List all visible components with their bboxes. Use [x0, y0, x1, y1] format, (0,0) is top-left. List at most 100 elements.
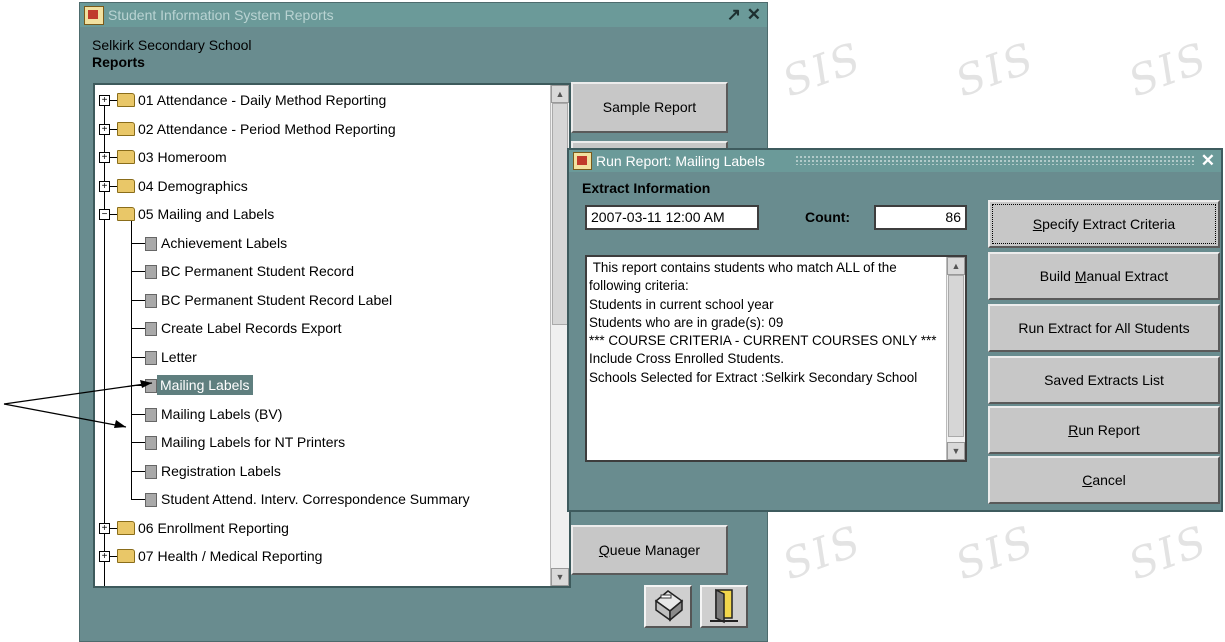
tree-item[interactable]: − 05 Mailing and Labels: [95, 200, 550, 228]
tree-item[interactable]: +02 Attendance - Period Method Reporting: [95, 115, 550, 143]
arrow-line: [3, 403, 127, 428]
expand-icon[interactable]: +: [99, 95, 110, 106]
tree-connector: [131, 271, 145, 272]
tree-item[interactable]: +06 Enrollment Reporting: [95, 514, 550, 542]
build-label-pre: Build: [1039, 268, 1075, 284]
tree-item[interactable]: +03 Homeroom: [95, 143, 550, 171]
close-icon[interactable]: ✕: [747, 5, 761, 25]
build-manual-extract-button[interactable]: Build Manual Extract: [988, 252, 1220, 300]
report-icon: [145, 493, 157, 507]
run-report-dialog: Run Report: Mailing Labels ✕ Extract Inf…: [567, 148, 1223, 512]
tree-item-label: Registration Labels: [161, 462, 281, 479]
dialog-close-icon[interactable]: ✕: [1201, 151, 1215, 171]
tree-item[interactable]: Achievement Labels: [95, 229, 550, 257]
specify-extract-criteria-button[interactable]: Specify Extract Criteria: [988, 200, 1220, 248]
queue-manager-button[interactable]: Queue Manager: [571, 525, 728, 575]
folder-icon: [117, 178, 135, 193]
extract-date-field[interactable]: 2007-03-11 12:00 AM: [585, 205, 759, 230]
saved-extracts-list-button[interactable]: Saved Extracts List: [988, 356, 1220, 404]
background-logo: SIS: [1122, 32, 1215, 107]
tree-item[interactable]: +01 Attendance - Daily Method Reporting: [95, 86, 550, 114]
window-titlebar[interactable]: Student Information System Reports ↗ ✕: [80, 3, 767, 27]
expand-icon[interactable]: +: [99, 123, 110, 135]
section-title: Reports: [92, 54, 145, 70]
tree-item-label: 06 Enrollment Reporting: [138, 519, 289, 536]
report-tree[interactable]: +01 Attendance - Daily Method Reporting +…: [93, 83, 571, 588]
tree-connector: [131, 299, 145, 301]
queue-manager-label: ueue Manager: [609, 542, 701, 558]
tree-connector: [131, 442, 145, 443]
tree-item-label: BC Permanent Student Record Label: [161, 291, 393, 308]
background-logo: SIS: [949, 32, 1042, 107]
tree-item-label: Letter: [161, 348, 197, 365]
cancel-button[interactable]: Cancel: [988, 456, 1220, 504]
app-icon: [573, 152, 592, 170]
description-scrollbar[interactable]: ▲ ▼: [946, 257, 965, 460]
tree-item-label: 04 Demographics: [138, 177, 248, 194]
specify-label: pecify Extract Criteria: [1042, 216, 1176, 232]
report-icon: [145, 293, 157, 308]
report-icon: [145, 236, 157, 251]
tree-item-label: 03 Homeroom: [138, 149, 227, 165]
titlebar-grip: [795, 155, 1195, 165]
tree-item[interactable]: Registration Labels: [95, 457, 550, 485]
folder-icon: [117, 520, 135, 535]
window-title: Student Information System Reports: [108, 7, 334, 23]
scroll-down-icon[interactable]: ▼: [551, 568, 569, 586]
dialog-title: Run Report: Mailing Labels: [596, 153, 765, 169]
specify-key: S: [1032, 216, 1043, 232]
count-field[interactable]: 86: [874, 205, 967, 230]
tree-item-label: Mailing Labels (BV): [161, 405, 283, 422]
tree-rows: +01 Attendance - Daily Method Reporting +…: [95, 85, 550, 586]
tree-item-label: Mailing Labels: [157, 375, 253, 395]
run-key: R: [1068, 422, 1079, 438]
folder-icon: [117, 121, 135, 136]
tree-item[interactable]: +04 Demographics: [95, 172, 550, 200]
print-button[interactable]: [644, 585, 692, 628]
printer-icon: [654, 590, 684, 622]
tree-item[interactable]: BC Permanent Student Record Label: [95, 286, 550, 314]
scroll-thumb[interactable]: [552, 103, 568, 325]
tree-item[interactable]: BC Permanent Student Record: [95, 257, 550, 285]
tree-connector: [131, 328, 145, 329]
tree-item[interactable]: Student Attend. Interv. Correspondence S…: [95, 485, 550, 513]
queue-manager-key: Q: [598, 542, 610, 558]
dialog-titlebar[interactable]: Run Report: Mailing Labels ✕: [569, 150, 1221, 172]
background-logo: SIS: [949, 515, 1042, 590]
run-extract-all-students-button[interactable]: Run Extract for All Students: [988, 304, 1220, 352]
scroll-thumb[interactable]: [948, 275, 964, 437]
tree-item[interactable]: Letter: [95, 343, 550, 371]
scroll-up-icon[interactable]: ▲: [551, 85, 569, 103]
extract-description[interactable]: This report contains students who match …: [585, 255, 967, 462]
sample-report-button[interactable]: Sample Report: [571, 82, 728, 133]
annotation-arrows: [3, 380, 153, 428]
extract-information-label: Extract Information: [582, 180, 711, 196]
folder-icon: [117, 150, 135, 164]
arrow-line: [3, 382, 153, 405]
tree-item[interactable]: +07 Health / Medical Reporting: [95, 542, 550, 570]
restore-icon[interactable]: ↗: [727, 5, 741, 25]
scroll-up-icon[interactable]: ▲: [947, 257, 965, 275]
tree-item-label: 07 Health / Medical Reporting: [138, 548, 323, 564]
exit-button[interactable]: [700, 585, 748, 628]
collapse-icon[interactable]: −: [99, 209, 110, 220]
arrow-head: [140, 380, 152, 388]
folder-icon: [117, 549, 135, 563]
scroll-down-icon[interactable]: ▼: [947, 442, 965, 460]
expand-icon[interactable]: +: [99, 180, 110, 192]
app-icon: [84, 6, 104, 25]
run-report-button[interactable]: Run Report: [988, 406, 1220, 454]
tree-item-label: Mailing Labels for NT Printers: [161, 434, 346, 450]
report-icon: [145, 464, 157, 479]
tree-connector: [131, 499, 145, 500]
exit-door-icon: [710, 588, 738, 624]
expand-icon[interactable]: +: [99, 551, 110, 562]
tree-item-label: 05 Mailing and Labels: [138, 206, 275, 222]
expand-icon[interactable]: +: [99, 522, 110, 534]
background-logo: SIS: [1122, 515, 1215, 590]
expand-icon[interactable]: +: [99, 152, 110, 163]
background-logo: SIS: [776, 515, 869, 590]
arrow-head: [114, 420, 126, 428]
cancel-key: C: [1082, 472, 1093, 488]
tree-item[interactable]: Create Label Records Export: [95, 314, 550, 342]
